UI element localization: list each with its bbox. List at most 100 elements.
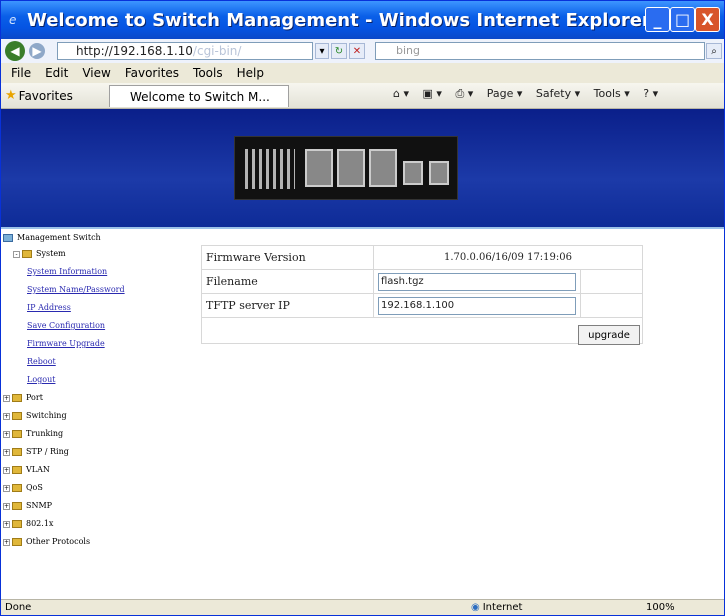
globe-icon: ◉ <box>471 602 480 613</box>
browser-tab[interactable]: Welcome to Switch M... <box>109 85 289 107</box>
link-system-name-password[interactable]: System Name/Password <box>27 285 125 294</box>
tree-root[interactable]: Management Switch <box>3 233 101 242</box>
tree-folder-8021x[interactable]: +802.1x <box>3 519 53 528</box>
menu-favorites[interactable]: Favorites <box>125 66 179 80</box>
tree-folder-trunking[interactable]: + Trunking <box>3 429 63 438</box>
table-row: Firmware Version 1.70.0.06/16/09 17:19:0… <box>201 245 643 270</box>
tftp-server-input[interactable]: 192.168.1.100 <box>378 296 576 315</box>
zoom-level[interactable]: 100% <box>646 602 675 613</box>
address-bar: ◀ ▶ http://192.168.1.10/cgi-bin/ ▾ ↻ ✕ b… <box>1 39 724 63</box>
expand-icon: + <box>3 430 10 438</box>
close-button[interactable]: X <box>695 7 720 32</box>
feeds-icon[interactable]: ▣ ▾ <box>423 87 442 100</box>
switch-banner <box>1 109 724 229</box>
window-title: Welcome to Switch Management - Windows I… <box>27 9 651 31</box>
filename-label: Filename <box>201 269 374 294</box>
refresh-icon: ↻ <box>334 45 344 57</box>
back-arrow-icon: ◀ <box>10 44 20 58</box>
navigation-tree: Management Switch - System System Informa… <box>1 231 198 599</box>
tree-folder-stp-ring[interactable]: + STP / Ring <box>3 447 69 456</box>
firmware-version-label: Firmware Version <box>201 245 374 270</box>
menu-view[interactable]: View <box>82 66 110 80</box>
command-bar: ⌂ ▾ ▣ ▾ ⎙ ▾ Page ▾ Safety ▾ Tools ▾ ? ▾ <box>393 87 668 101</box>
forward-arrow-icon: ▶ <box>32 44 42 58</box>
folder-icon <box>12 394 22 402</box>
expand-icon: + <box>3 412 10 420</box>
home-icon[interactable]: ⌂ ▾ <box>393 87 409 100</box>
expand-icon: + <box>3 520 10 528</box>
tree-folder-other-protocols[interactable]: + Other Protocols <box>3 537 90 546</box>
tree-folder-snmp[interactable]: + SNMP <box>3 501 52 510</box>
table-row: TFTP server IP 192.168.1.100 <box>201 293 643 318</box>
folder-icon <box>12 430 22 438</box>
star-icon: ★ <box>5 88 17 103</box>
favorites-bar: ★ Favorites Welcome to Switch M... ⌂ ▾ ▣… <box>1 83 724 109</box>
port-5-icon <box>429 161 449 185</box>
minimize-button[interactable]: _ <box>645 7 670 32</box>
link-reboot[interactable]: Reboot <box>27 357 56 366</box>
collapse-icon: - <box>13 250 20 258</box>
expand-icon: + <box>3 538 10 546</box>
expand-icon: + <box>3 448 10 456</box>
tree-folder-switching[interactable]: + Switching <box>3 411 67 420</box>
menu-help[interactable]: Help <box>237 66 264 80</box>
menu-edit[interactable]: Edit <box>45 66 68 80</box>
page-menu[interactable]: Page ▾ <box>487 87 523 100</box>
menu-file[interactable]: File <box>11 66 31 80</box>
tree-folder-qos[interactable]: + QoS <box>3 483 43 492</box>
folder-icon <box>12 466 22 474</box>
stop-button[interactable]: ✕ <box>349 43 365 59</box>
url-input[interactable]: http://192.168.1.10/cgi-bin/ <box>57 42 313 60</box>
refresh-button[interactable]: ↻ <box>331 43 347 59</box>
link-save-configuration[interactable]: Save Configuration <box>27 321 105 330</box>
title-bar[interactable]: e Welcome to Switch Management - Windows… <box>1 1 724 39</box>
print-icon[interactable]: ⎙ ▾ <box>455 87 473 100</box>
security-zone[interactable]: ◉ Internet <box>471 602 522 613</box>
forward-button[interactable]: ▶ <box>29 43 45 59</box>
stop-icon: ✕ <box>352 45 362 57</box>
link-ip-address[interactable]: IP Address <box>27 303 71 312</box>
browser-window: e Welcome to Switch Management - Windows… <box>0 0 725 616</box>
back-button[interactable]: ◀ <box>5 41 25 61</box>
port-2-icon <box>337 149 365 187</box>
tree-folder-vlan[interactable]: + VLAN <box>3 465 50 474</box>
menu-bar: File Edit View Favorites Tools Help <box>1 63 724 83</box>
link-logout[interactable]: Logout <box>27 375 55 384</box>
search-icon: ⌕ <box>711 45 717 57</box>
expand-icon: + <box>3 484 10 492</box>
link-firmware-upgrade[interactable]: Firmware Upgrade <box>27 339 105 348</box>
folder-icon <box>12 538 22 546</box>
tab-title: Welcome to Switch M... <box>130 89 270 104</box>
upgrade-button[interactable]: upgrade <box>578 325 640 345</box>
status-text: Done <box>5 602 32 613</box>
tree-folder-system[interactable]: - System <box>13 249 66 258</box>
tftp-server-label: TFTP server IP <box>201 293 374 318</box>
table-row: Filename flash.tgz <box>201 269 643 294</box>
expand-icon: + <box>3 502 10 510</box>
firmware-upgrade-form: Firmware Version 1.70.0.06/16/09 17:19:0… <box>201 245 663 345</box>
port-4-icon <box>403 161 423 185</box>
folder-icon <box>12 484 22 492</box>
url-dropdown-button[interactable]: ▾ <box>315 43 329 59</box>
filename-input[interactable]: flash.tgz <box>378 272 576 291</box>
favorites-button[interactable]: ★ Favorites <box>5 88 73 103</box>
ie-logo-icon: e <box>9 13 17 27</box>
maximize-button[interactable]: □ <box>670 7 695 32</box>
table-row <box>201 317 643 344</box>
help-icon[interactable]: ? ▾ <box>643 87 658 100</box>
led-grid-icon <box>245 149 295 189</box>
tools-menu[interactable]: Tools ▾ <box>594 87 630 100</box>
folder-icon <box>12 448 22 456</box>
tree-folder-port[interactable]: + Port <box>3 393 43 402</box>
link-system-information[interactable]: System Information <box>27 267 107 276</box>
switch-device-image <box>234 136 458 200</box>
network-icon <box>3 234 13 242</box>
safety-menu[interactable]: Safety ▾ <box>536 87 580 100</box>
folder-icon <box>12 502 22 510</box>
menu-tools[interactable]: Tools <box>193 66 223 80</box>
expand-icon: + <box>3 394 10 402</box>
port-1-icon <box>305 149 333 187</box>
search-input[interactable]: bing <box>375 42 705 60</box>
firmware-version-value: 1.70.0.06/16/09 17:19:06 <box>373 245 643 270</box>
search-button[interactable]: ⌕ <box>706 43 722 59</box>
